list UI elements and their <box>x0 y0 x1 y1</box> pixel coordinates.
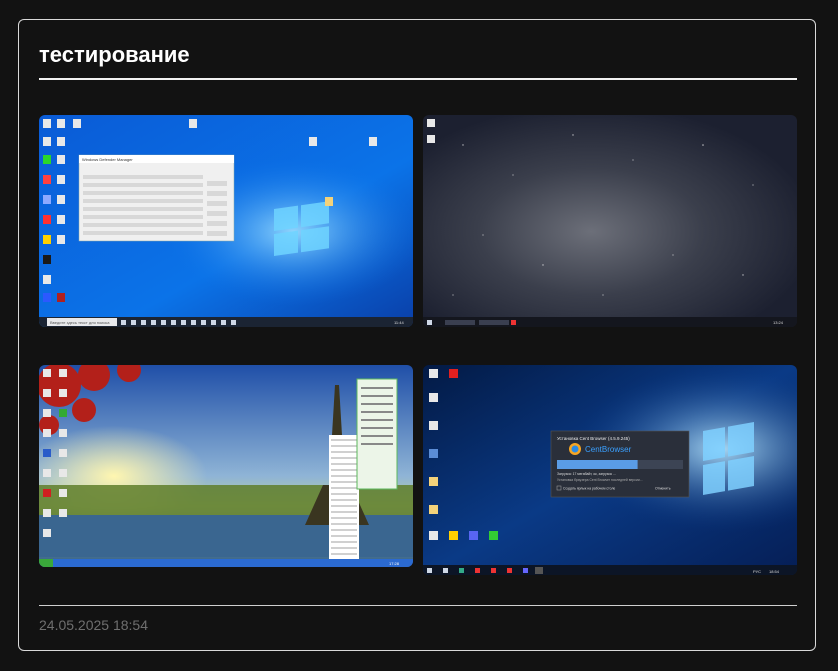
svg-text:Загрузка: 17 мегабайт, ок, заг: Загрузка: 17 мегабайт, ок, загрузка … <box>557 472 616 476</box>
svg-text:17:28: 17:28 <box>389 561 400 566</box>
svg-text:Windows Defender Manager: Windows Defender Manager <box>82 157 133 162</box>
svg-text:Отменить: Отменить <box>655 487 671 491</box>
svg-text:CentBrowser: CentBrowser <box>585 445 632 454</box>
post-card: тестирование Windows Defender Manager Вв… <box>18 19 816 651</box>
footer-divider <box>39 605 797 606</box>
post-title: тестирование <box>39 42 190 67</box>
screenshot-3[interactable]: 17:28 <box>39 365 413 567</box>
screenshot-1[interactable]: Windows Defender Manager Введите здесь т… <box>39 115 413 327</box>
installer-dialog[interactable]: Установка Cent Browser (4.5.9.245) CentB… <box>550 430 690 498</box>
svg-text:РУС: РУС <box>753 569 761 574</box>
title-divider <box>39 78 797 80</box>
svg-text:Создать ярлык на рабочем столе: Создать ярлык на рабочем столе <box>563 487 615 491</box>
svg-text:18:54: 18:54 <box>769 569 780 574</box>
svg-text:Введите здесь текст для поиска: Введите здесь текст для поиска <box>50 320 110 325</box>
svg-text:11:44: 11:44 <box>394 320 404 325</box>
svg-text:Установка браузера Cent Browse: Установка браузера Cent Browser последне… <box>557 478 643 482</box>
svg-text:13:24: 13:24 <box>773 320 784 325</box>
progress-bar-fill <box>557 460 638 469</box>
screenshot-4[interactable]: Установка Cent Browser (4.5.9.245) CentB… <box>423 365 797 575</box>
post-date: 24.05.2025 18:54 <box>39 617 148 633</box>
svg-text:Установка Cent Browser (4.5.9.: Установка Cent Browser (4.5.9.245) <box>557 436 630 441</box>
screenshot-2[interactable]: 13:24 <box>423 115 797 327</box>
app-window[interactable]: Windows Defender Manager <box>78 154 235 242</box>
